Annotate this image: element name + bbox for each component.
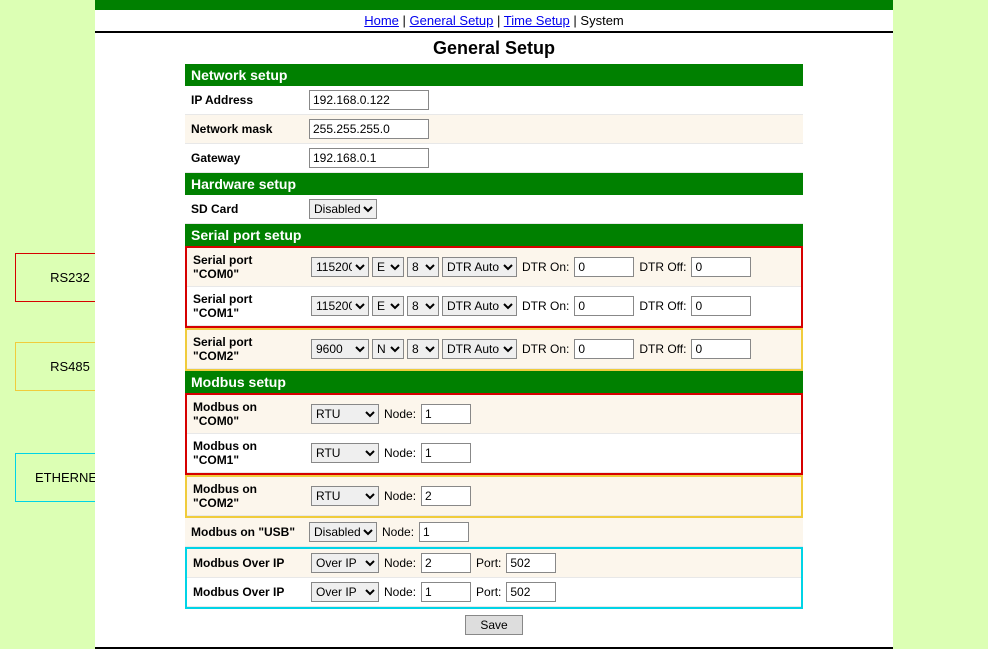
gateway-input[interactable]: [309, 148, 429, 168]
com0-dtr[interactable]: DTR Auto: [442, 257, 517, 277]
nav-bar: Home | General Setup | Time Setup | Syst…: [95, 10, 893, 31]
com2-dtroff[interactable]: [691, 339, 751, 359]
ip-input[interactable]: [309, 90, 429, 110]
com0-baud[interactable]: 115200: [311, 257, 369, 277]
modbus-com2-node-label: Node:: [384, 489, 416, 503]
mask-input[interactable]: [309, 119, 429, 139]
com2-label: Serial port "COM2": [187, 330, 305, 368]
com0-label: Serial port "COM0": [187, 248, 305, 286]
modbus-com2-mode[interactable]: RTU: [311, 486, 379, 506]
modbus-com0-mode[interactable]: RTU: [311, 404, 379, 424]
modbus-com0-node[interactable]: [421, 404, 471, 424]
com2-parity[interactable]: N: [372, 339, 404, 359]
com1-dtroff[interactable]: [691, 296, 751, 316]
gateway-label: Gateway: [185, 146, 303, 170]
com1-dtron-label: DTR On:: [522, 299, 569, 313]
sdcard-select[interactable]: Disabled: [309, 199, 377, 219]
save-button[interactable]: Save: [465, 615, 522, 635]
modbus-usb-mode[interactable]: Disabled: [309, 522, 377, 542]
com2-dtron[interactable]: [574, 339, 634, 359]
com2-dtron-label: DTR On:: [522, 342, 569, 356]
section-network-header: Network setup: [185, 64, 803, 86]
mask-label: Network mask: [185, 117, 303, 141]
modbus-usb-node-label: Node:: [382, 525, 414, 539]
modbus-com0-node-label: Node:: [384, 407, 416, 421]
com1-label: Serial port "COM1": [187, 287, 305, 325]
com0-dtron-label: DTR On:: [522, 260, 569, 274]
modbus-com1-node[interactable]: [421, 443, 471, 463]
modbus-ip1-node-label: Node:: [384, 556, 416, 570]
page-title: General Setup: [95, 33, 893, 64]
modbus-ip1-port-label: Port:: [476, 556, 501, 570]
modbus-ip1-port[interactable]: [506, 553, 556, 573]
section-hardware-header: Hardware setup: [185, 173, 803, 195]
com2-dtroff-label: DTR Off:: [639, 342, 686, 356]
modbus-ip2-node[interactable]: [421, 582, 471, 602]
modbus-ip1-node[interactable]: [421, 553, 471, 573]
modbus-ip2-port[interactable]: [506, 582, 556, 602]
modbus-com1-mode[interactable]: RTU: [311, 443, 379, 463]
com0-dtroff-label: DTR Off:: [639, 260, 686, 274]
com1-parity[interactable]: E: [372, 296, 404, 316]
modbus-com2-node[interactable]: [421, 486, 471, 506]
top-banner: [95, 0, 893, 10]
section-modbus-header: Modbus setup: [185, 371, 803, 393]
com1-dtroff-label: DTR Off:: [639, 299, 686, 313]
com0-dtroff[interactable]: [691, 257, 751, 277]
modbus-com0-label: Modbus on "COM0": [187, 395, 305, 433]
nav-general-setup[interactable]: General Setup: [410, 13, 494, 28]
nav-home[interactable]: Home: [364, 13, 399, 28]
com0-bits[interactable]: 8: [407, 257, 439, 277]
com2-baud[interactable]: 9600: [311, 339, 369, 359]
modbus-com1-label: Modbus on "COM1": [187, 434, 305, 472]
com2-dtr[interactable]: DTR Auto: [442, 339, 517, 359]
com1-baud[interactable]: 115200: [311, 296, 369, 316]
com0-parity[interactable]: E: [372, 257, 404, 277]
modbus-usb-label: Modbus on "USB": [185, 520, 303, 544]
modbus-ip2-node-label: Node:: [384, 585, 416, 599]
modbus-ip1-mode[interactable]: Over IP: [311, 553, 379, 573]
modbus-com2-label: Modbus on "COM2": [187, 477, 305, 515]
com1-dtron[interactable]: [574, 296, 634, 316]
com1-bits[interactable]: 8: [407, 296, 439, 316]
nav-time-setup[interactable]: Time Setup: [504, 13, 570, 28]
nav-system: System: [580, 13, 623, 28]
com2-bits[interactable]: 8: [407, 339, 439, 359]
ip-label: IP Address: [185, 88, 303, 112]
modbus-ip1-label: Modbus Over IP: [187, 551, 305, 575]
modbus-usb-node[interactable]: [419, 522, 469, 542]
modbus-ip2-label: Modbus Over IP: [187, 580, 305, 604]
modbus-ip2-port-label: Port:: [476, 585, 501, 599]
modbus-ip2-mode[interactable]: Over IP: [311, 582, 379, 602]
modbus-com1-node-label: Node:: [384, 446, 416, 460]
section-serial-header: Serial port setup: [185, 224, 803, 246]
com0-dtron[interactable]: [574, 257, 634, 277]
com1-dtr[interactable]: DTR Auto: [442, 296, 517, 316]
sdcard-label: SD Card: [185, 197, 303, 221]
